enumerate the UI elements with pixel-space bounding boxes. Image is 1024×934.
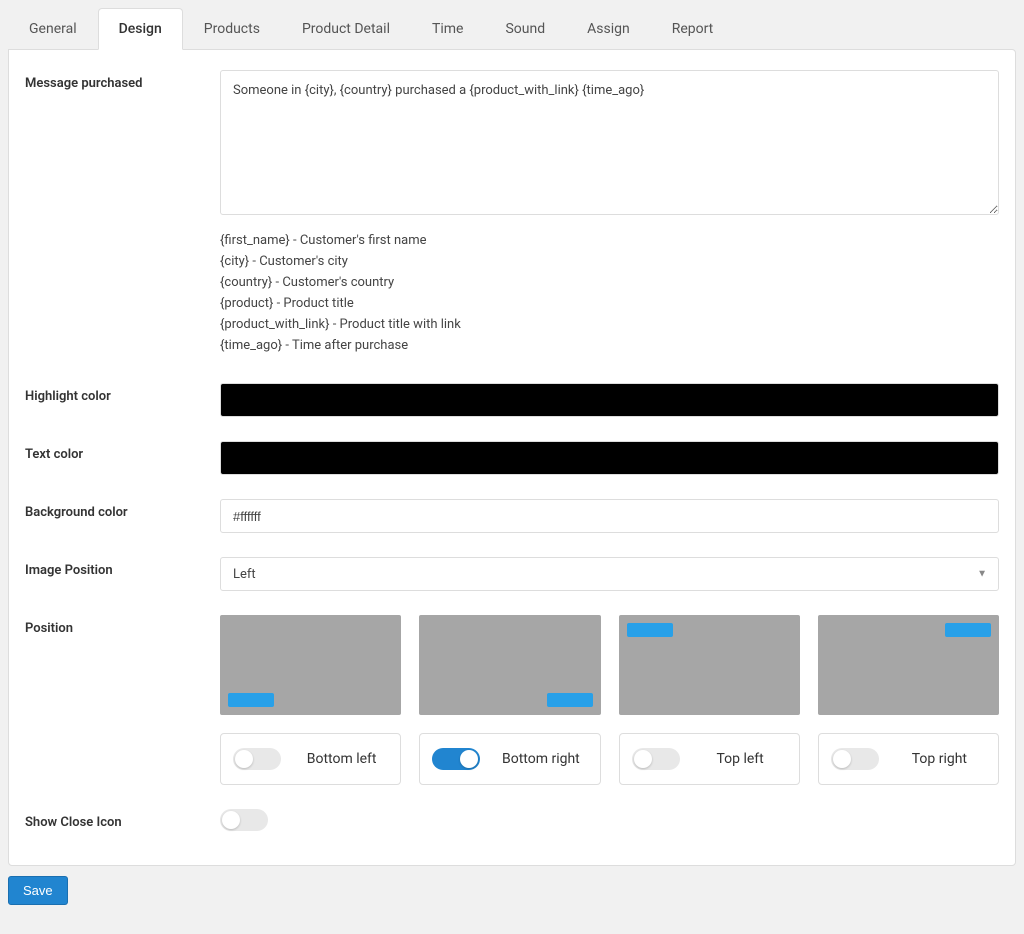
position-preview	[419, 615, 600, 715]
tabs: General Design Products Product Detail T…	[8, 8, 1016, 50]
position-option-bottom-left: Bottom left	[220, 615, 401, 785]
position-label: Position	[25, 615, 220, 636]
help-item: {time_ago} - Time after purchase	[220, 338, 999, 353]
position-toggle-bottom-right[interactable]: Bottom right	[419, 733, 600, 785]
toggle[interactable]	[831, 748, 879, 770]
position-option-top-right: Top right	[818, 615, 999, 785]
tab-assign[interactable]: Assign	[566, 8, 651, 50]
position-marker	[228, 693, 274, 707]
highlight-color-input[interactable]	[220, 383, 999, 417]
image-position-select[interactable]: Left	[220, 557, 999, 591]
help-item: {product} - Product title	[220, 296, 999, 311]
help-item: {product_with_link} - Product title with…	[220, 317, 999, 332]
highlight-color-label: Highlight color	[25, 383, 220, 404]
background-color-input[interactable]	[220, 499, 999, 533]
toggle[interactable]	[233, 748, 281, 770]
tab-sound[interactable]: Sound	[484, 8, 566, 50]
tab-general[interactable]: General	[8, 8, 98, 50]
position-option-label: Bottom right	[494, 751, 587, 767]
image-position-value: Left	[233, 567, 256, 582]
tab-time[interactable]: Time	[411, 8, 484, 50]
position-preview	[619, 615, 800, 715]
position-preview	[818, 615, 999, 715]
toggle[interactable]	[632, 748, 680, 770]
position-marker	[945, 623, 991, 637]
message-purchased-label: Message purchased	[25, 70, 220, 91]
position-option-label: Bottom left	[295, 751, 388, 767]
text-color-input[interactable]	[220, 441, 999, 475]
position-toggle-bottom-left[interactable]: Bottom left	[220, 733, 401, 785]
show-close-icon-label: Show Close Icon	[25, 809, 220, 830]
tab-product-detail[interactable]: Product Detail	[281, 8, 411, 50]
text-color-label: Text color	[25, 441, 220, 462]
help-item: {first_name} - Customer's first name	[220, 233, 999, 248]
position-toggle-top-left[interactable]: Top left	[619, 733, 800, 785]
message-help: {first_name} - Customer's first name {ci…	[220, 233, 999, 353]
help-item: {country} - Customer's country	[220, 275, 999, 290]
image-position-label: Image Position	[25, 557, 220, 578]
position-toggle-top-right[interactable]: Top right	[818, 733, 999, 785]
tab-design[interactable]: Design	[98, 8, 183, 50]
help-item: {city} - Customer's city	[220, 254, 999, 269]
show-close-icon-toggle[interactable]	[220, 809, 268, 831]
tab-report[interactable]: Report	[651, 8, 735, 50]
position-option-bottom-right: Bottom right	[419, 615, 600, 785]
message-purchased-input[interactable]	[220, 70, 999, 215]
position-marker	[627, 623, 673, 637]
position-option-top-left: Top left	[619, 615, 800, 785]
save-button[interactable]: Save	[8, 876, 68, 905]
position-marker	[547, 693, 593, 707]
toggle[interactable]	[432, 748, 480, 770]
tab-products[interactable]: Products	[183, 8, 281, 50]
design-panel: Message purchased {first_name} - Custome…	[8, 49, 1016, 866]
position-option-label: Top right	[893, 751, 986, 767]
position-preview	[220, 615, 401, 715]
background-color-label: Background color	[25, 499, 220, 520]
position-option-label: Top left	[694, 751, 787, 767]
